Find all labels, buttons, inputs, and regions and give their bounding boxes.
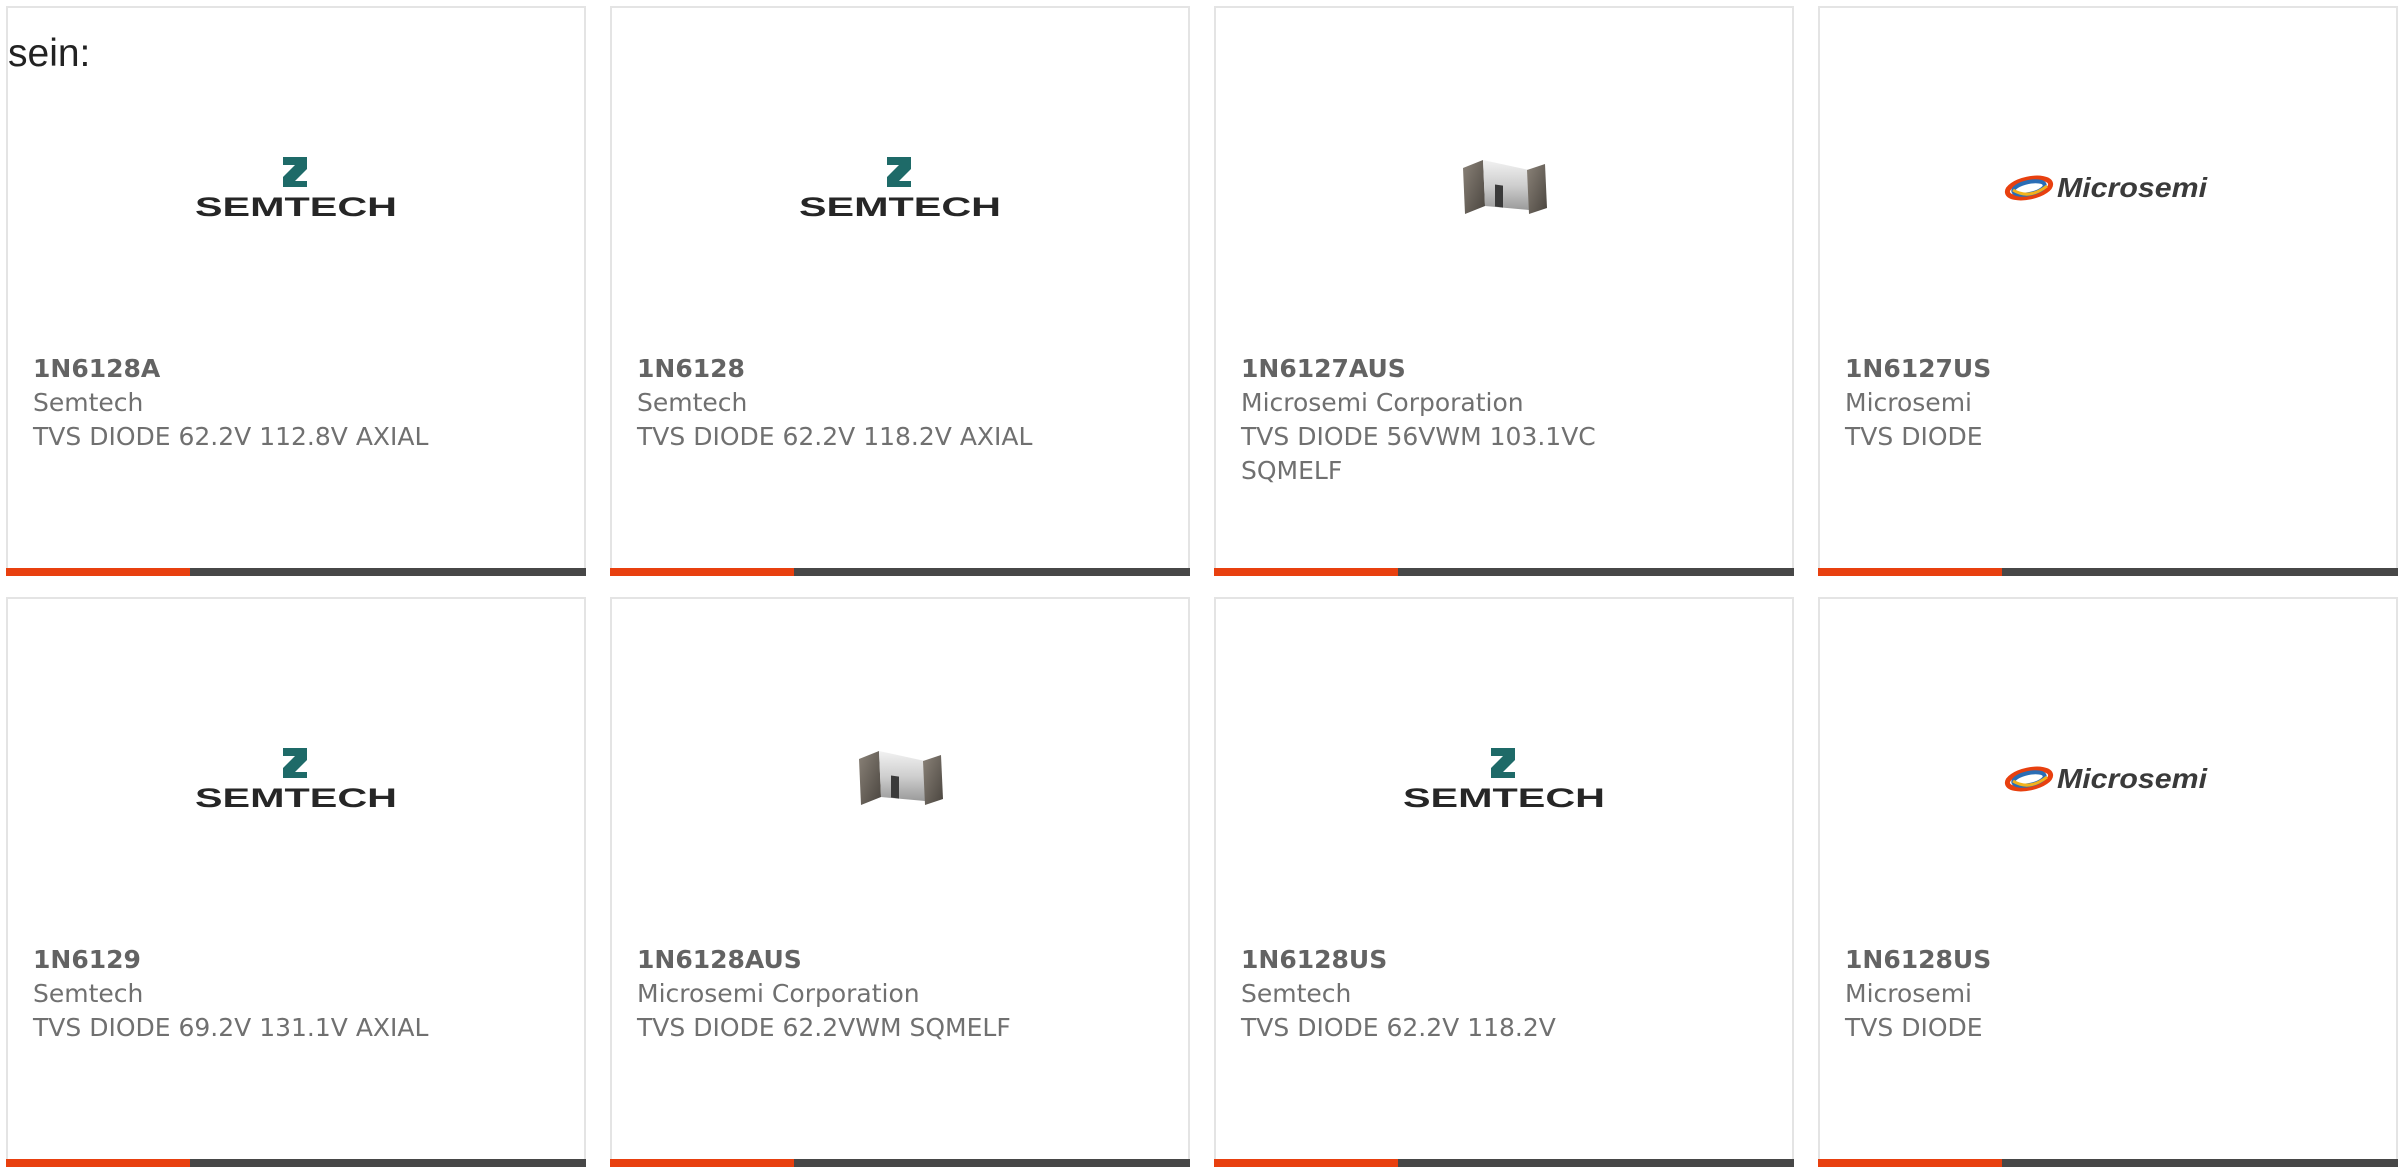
product-card[interactable]: 1N6128AUS Microsemi Corporation TVS DIOD… bbox=[610, 597, 1190, 1167]
semtech-logo: SEMTECH bbox=[1403, 748, 1605, 813]
description: TVS DIODE 69.2V 131.1V AXIAL bbox=[33, 1013, 429, 1042]
product-card[interactable]: 1N6127AUS Microsemi Corporation TVS DIOD… bbox=[1214, 6, 1794, 576]
semtech-logo: SEMTECH bbox=[195, 157, 397, 222]
product-image: SEMTECH bbox=[1216, 714, 1792, 844]
svg-text:Microsemi: Microsemi bbox=[2057, 172, 2208, 203]
card-bottom-bar bbox=[610, 568, 1190, 576]
product-image: SEMTECH bbox=[8, 714, 584, 844]
card-bottom-bar bbox=[1214, 568, 1794, 576]
sqmelf-diode-photo bbox=[859, 751, 943, 805]
microsemi-logo: Microsemi bbox=[2004, 763, 2208, 794]
svg-text:SEMTECH: SEMTECH bbox=[195, 192, 397, 222]
svg-text:SEMTECH: SEMTECH bbox=[195, 783, 397, 813]
manufacturer: Semtech bbox=[33, 388, 144, 417]
product-card[interactable]: Microsemi 1N6127US Microsemi TVS DIODE bbox=[1818, 6, 2398, 576]
part-number[interactable]: 1N6128US bbox=[1241, 943, 1767, 977]
card-bottom-bar bbox=[1214, 1159, 1794, 1167]
svg-text:Microsemi: Microsemi bbox=[2057, 763, 2208, 794]
manufacturer: Microsemi Corporation bbox=[637, 979, 920, 1008]
svg-text:SEMTECH: SEMTECH bbox=[1403, 783, 1605, 813]
description: TVS DIODE 62.2VWM SQMELF bbox=[637, 1013, 1011, 1042]
card-bottom-bar bbox=[6, 568, 586, 576]
manufacturer: Microsemi bbox=[1845, 388, 1972, 417]
description: TVS DIODE 62.2V 118.2V AXIAL bbox=[637, 422, 1033, 451]
product-card[interactable]: SEMTECH 1N6129 Semtech TVS DIODE 69.2V 1… bbox=[6, 597, 586, 1167]
product-image: Microsemi bbox=[1820, 123, 2396, 253]
description: TVS DIODE bbox=[1845, 1013, 1983, 1042]
card-bottom-bar bbox=[1818, 1159, 2398, 1167]
part-number[interactable]: 1N6129 bbox=[33, 943, 559, 977]
description: TVS DIODE bbox=[1845, 422, 1983, 451]
product-card[interactable]: Microsemi 1N6128US Microsemi TVS DIODE bbox=[1818, 597, 2398, 1167]
part-number[interactable]: 1N6127US bbox=[1845, 352, 2371, 386]
product-card[interactable]: SEMTECH 1N6128US Semtech TVS DIODE 62.2V… bbox=[1214, 597, 1794, 1167]
card-bottom-bar bbox=[6, 1159, 586, 1167]
part-number[interactable]: 1N6127AUS bbox=[1241, 352, 1767, 386]
section-heading: sein: bbox=[8, 32, 91, 75]
manufacturer: Semtech bbox=[637, 388, 748, 417]
description: TVS DIODE 62.2V 112.8V AXIAL bbox=[33, 422, 429, 451]
product-card[interactable]: SEMTECH 1N6128 Semtech TVS DIODE 62.2V 1… bbox=[610, 6, 1190, 576]
part-number[interactable]: 1N6128AUS bbox=[637, 943, 1163, 977]
sqmelf-diode-photo bbox=[1463, 160, 1547, 214]
manufacturer: Semtech bbox=[1241, 979, 1352, 1008]
manufacturer: Microsemi Corporation bbox=[1241, 388, 1524, 417]
product-image: Microsemi bbox=[1820, 714, 2396, 844]
product-image bbox=[612, 714, 1188, 844]
product-image: SEMTECH bbox=[8, 123, 584, 253]
product-image: SEMTECH bbox=[612, 123, 1188, 253]
manufacturer: Semtech bbox=[33, 979, 144, 1008]
part-number[interactable]: 1N6128US bbox=[1845, 943, 2371, 977]
product-image bbox=[1216, 123, 1792, 253]
manufacturer: Microsemi bbox=[1845, 979, 1972, 1008]
part-number[interactable]: 1N6128 bbox=[637, 352, 1163, 386]
card-bottom-bar bbox=[610, 1159, 1190, 1167]
card-bottom-bar bbox=[1818, 568, 2398, 576]
semtech-logo: SEMTECH bbox=[195, 748, 397, 813]
microsemi-logo: Microsemi bbox=[2004, 172, 2208, 203]
description: TVS DIODE 56VWM 103.1VC SQMELF bbox=[1241, 422, 1596, 485]
svg-text:SEMTECH: SEMTECH bbox=[799, 192, 1001, 222]
semtech-logo: SEMTECH bbox=[799, 157, 1001, 222]
description: TVS DIODE 62.2V 118.2V bbox=[1241, 1013, 1556, 1042]
product-grid: SEMTECH 1N6128A Semtech TVS DIODE 62.2V … bbox=[6, 6, 2400, 1167]
product-card[interactable]: SEMTECH 1N6128A Semtech TVS DIODE 62.2V … bbox=[6, 6, 586, 576]
part-number[interactable]: 1N6128A bbox=[33, 352, 559, 386]
